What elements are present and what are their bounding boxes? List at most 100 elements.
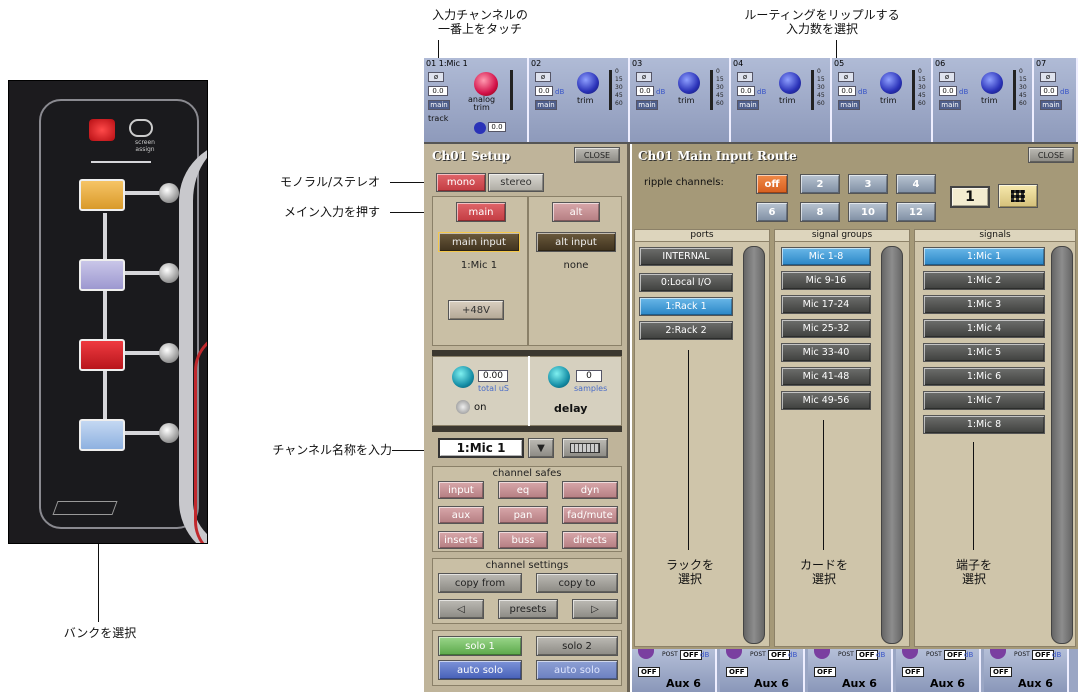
channel-cell[interactable]: 06 ø 0.0 dB main trim 0 15 30 45 60 xyxy=(933,58,1034,142)
main-button[interactable]: main xyxy=(939,100,961,110)
delay-us-knob[interactable] xyxy=(452,366,474,388)
phase-button[interactable]: ø xyxy=(428,72,444,82)
bank-button-4[interactable] xyxy=(79,419,125,451)
groups-scrollbar[interactable] xyxy=(881,246,903,644)
delay-us-field[interactable]: 0.00 xyxy=(478,370,508,382)
setup-close-button[interactable]: CLOSE xyxy=(574,147,620,163)
keyboard-button[interactable] xyxy=(562,438,608,458)
gain-field[interactable]: 0.0 xyxy=(838,86,856,96)
gain-field[interactable]: 0.0 xyxy=(535,86,553,96)
off-button[interactable]: OFF xyxy=(726,667,748,677)
screen-assign-led[interactable] xyxy=(89,119,115,141)
route-close-button[interactable]: CLOSE xyxy=(1028,147,1074,163)
ripple-off-button[interactable]: off xyxy=(756,174,788,194)
phase-button[interactable]: ø xyxy=(838,72,854,82)
aux-knob[interactable] xyxy=(990,649,1006,659)
aux-knob[interactable] xyxy=(638,649,654,659)
group-item[interactable]: Mic 25-32 xyxy=(781,319,871,338)
channel-cell[interactable]: 04 ø 0.0 dB main trim 0 15 30 45 60 xyxy=(731,58,832,142)
bank-knob[interactable] xyxy=(159,343,179,363)
ripple-10-button[interactable]: 10 xyxy=(848,202,888,222)
safe-buss-button[interactable]: buss xyxy=(498,531,548,549)
ripple-count-field[interactable]: 1 xyxy=(950,186,990,208)
copy-from-button[interactable]: copy from xyxy=(438,573,522,593)
signal-item[interactable]: 1:Mic 3 xyxy=(923,295,1045,314)
delay-on-led[interactable] xyxy=(456,400,470,414)
main-button[interactable]: main xyxy=(1040,100,1062,110)
off-button[interactable]: OFF xyxy=(856,650,878,660)
safe-fadmute-button[interactable]: fad/mute xyxy=(562,506,618,524)
trim-knob[interactable] xyxy=(678,72,700,94)
aux-cell[interactable]: POST OFF dB OFF Aux 6 xyxy=(984,649,1069,692)
group-item[interactable]: Mic 41-48 xyxy=(781,367,871,386)
trim-knob[interactable] xyxy=(474,122,486,134)
signal-item[interactable]: 1:Mic 6 xyxy=(923,367,1045,386)
group-item[interactable]: Mic 49-56 xyxy=(781,391,871,410)
off-button[interactable]: OFF xyxy=(944,650,966,660)
signal-item[interactable]: 1:Mic 5 xyxy=(923,343,1045,362)
auto-solo-2-button[interactable]: auto solo xyxy=(536,660,618,680)
main-button[interactable]: main xyxy=(737,100,759,110)
gain-field[interactable]: 0.0 xyxy=(636,86,654,96)
ripple-8-button[interactable]: 8 xyxy=(800,202,840,222)
phase-button[interactable]: ø xyxy=(939,72,955,82)
main-input-button[interactable]: main input xyxy=(438,232,520,252)
off-button[interactable]: OFF xyxy=(990,667,1012,677)
phase-button[interactable]: ø xyxy=(535,72,551,82)
solo-1-button[interactable]: solo 1 xyxy=(438,636,522,656)
aux-knob[interactable] xyxy=(814,649,830,659)
safe-inserts-button[interactable]: inserts xyxy=(438,531,484,549)
safe-dyn-button[interactable]: dyn xyxy=(562,481,618,499)
main-button[interactable]: main xyxy=(636,100,658,110)
channel-cell[interactable]: 05 ø 0.0 dB main trim 0 15 30 45 60 xyxy=(832,58,933,142)
bank-knob[interactable] xyxy=(159,263,179,283)
bank-button-3[interactable] xyxy=(79,339,125,371)
signal-item[interactable]: 1:Mic 4 xyxy=(923,319,1045,338)
port-item[interactable]: 2:Rack 2 xyxy=(639,321,733,340)
trim-field[interactable]: 0.0 xyxy=(488,122,506,132)
samples-knob[interactable] xyxy=(548,366,570,388)
bank-knob[interactable] xyxy=(159,183,179,203)
off-button[interactable]: OFF xyxy=(680,650,702,660)
mono-button[interactable]: mono xyxy=(436,173,486,192)
alt-input-button[interactable]: alt input xyxy=(536,232,616,252)
safe-pan-button[interactable]: pan xyxy=(498,506,548,524)
safe-input-button[interactable]: input xyxy=(438,481,484,499)
signal-item[interactable]: 1:Mic 2 xyxy=(923,271,1045,290)
phase-button[interactable]: ø xyxy=(1040,72,1056,82)
preset-prev-button[interactable]: ◁ xyxy=(438,599,484,619)
trim-knob[interactable] xyxy=(779,72,801,94)
aux-cell[interactable]: POST OFF dB OFF Aux 6 xyxy=(632,649,717,692)
safe-eq-button[interactable]: eq xyxy=(498,481,548,499)
port-item[interactable]: 0:Local I/O xyxy=(639,273,733,292)
samples-field[interactable]: 0 xyxy=(576,370,602,382)
port-item[interactable]: INTERNAL xyxy=(639,247,733,266)
auto-solo-button[interactable]: auto solo xyxy=(438,660,522,680)
signal-item-selected[interactable]: 1:Mic 1 xyxy=(923,247,1045,266)
presets-button[interactable]: presets xyxy=(498,599,558,619)
safe-directs-button[interactable]: directs xyxy=(562,531,618,549)
aux-knob[interactable] xyxy=(902,649,918,659)
group-item-selected[interactable]: Mic 1-8 xyxy=(781,247,871,266)
signal-item[interactable]: 1:Mic 7 xyxy=(923,391,1045,410)
phase-button[interactable]: ø xyxy=(636,72,652,82)
grid-view-button[interactable] xyxy=(998,184,1038,208)
trim-knob[interactable] xyxy=(577,72,599,94)
ripple-3-button[interactable]: 3 xyxy=(848,174,888,194)
trim-knob[interactable] xyxy=(880,72,902,94)
bank-button-1[interactable] xyxy=(79,179,125,211)
channel-cell[interactable]: 02 ø 0.0 dB main trim 0 15 30 45 60 xyxy=(529,58,630,142)
channel-cell-01[interactable]: 01 1:Mic 1 ø 0.0 main analog trim track … xyxy=(424,58,529,142)
name-dropdown-button[interactable]: ▼ xyxy=(528,438,554,458)
alt-button[interactable]: alt xyxy=(552,202,600,222)
safe-aux-button[interactable]: aux xyxy=(438,506,484,524)
ports-scrollbar[interactable] xyxy=(743,246,765,644)
copy-to-button[interactable]: copy to xyxy=(536,573,618,593)
off-button[interactable]: OFF xyxy=(768,650,790,660)
aux-cell[interactable]: POST OFF dB OFF Aux 6 xyxy=(896,649,981,692)
signals-scrollbar[interactable] xyxy=(1051,246,1073,644)
solo-2-button[interactable]: solo 2 xyxy=(536,636,618,656)
main-button[interactable]: main xyxy=(535,100,557,110)
bank-button-2[interactable] xyxy=(79,259,125,291)
main-button[interactable]: main xyxy=(838,100,860,110)
